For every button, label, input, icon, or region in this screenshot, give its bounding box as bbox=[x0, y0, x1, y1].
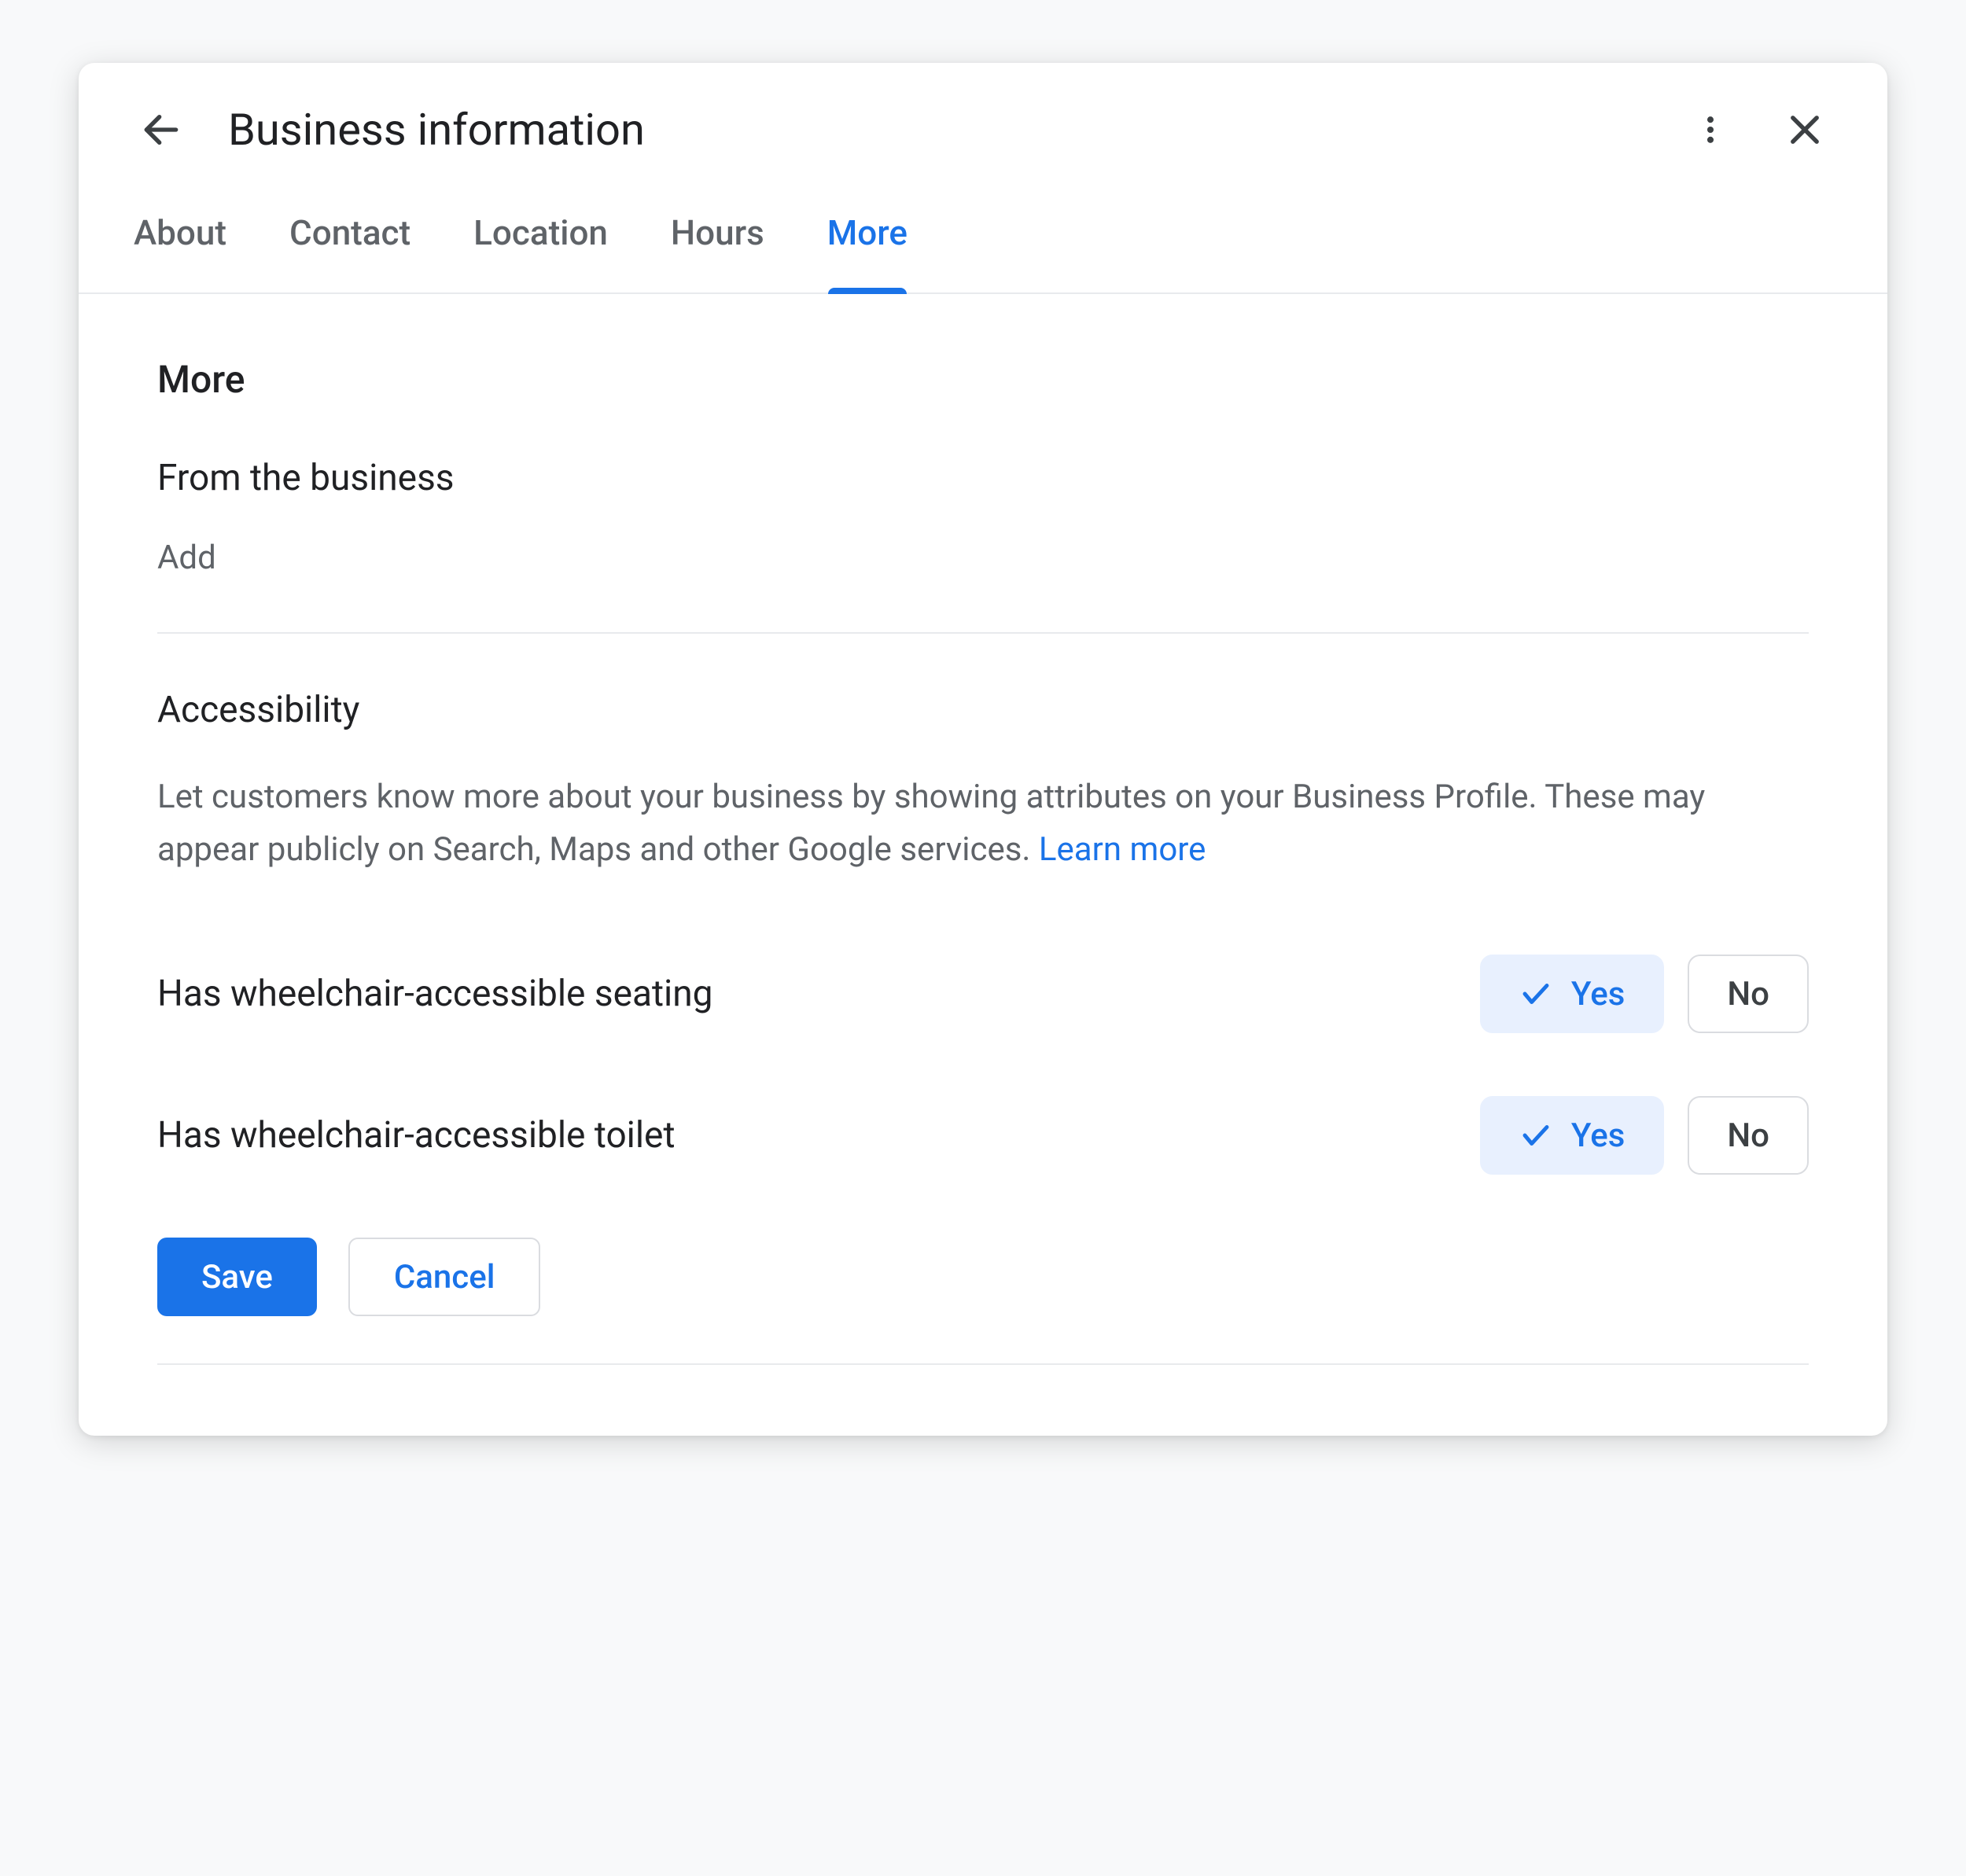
tab-more[interactable]: More bbox=[827, 212, 908, 292]
yes-button[interactable]: Yes bbox=[1480, 1096, 1664, 1175]
check-icon bbox=[1519, 977, 1552, 1010]
attribute-label: Has wheelchair-accessible seating bbox=[157, 973, 712, 1015]
save-button[interactable]: Save bbox=[157, 1238, 317, 1316]
toggle-group: Yes No bbox=[1480, 1096, 1809, 1175]
accessibility-description: Let customers know more about your busin… bbox=[157, 771, 1809, 876]
from-business-title: From the business bbox=[157, 457, 1809, 499]
section-title: More bbox=[157, 357, 1809, 402]
tab-hours[interactable]: Hours bbox=[671, 212, 764, 292]
close-button[interactable] bbox=[1777, 102, 1832, 157]
attribute-label: Has wheelchair-accessible toilet bbox=[157, 1114, 676, 1157]
divider bbox=[157, 632, 1809, 634]
more-vert-icon bbox=[1693, 112, 1728, 147]
content-panel: More From the business Add Accessibility… bbox=[79, 294, 1887, 1436]
toggle-group: Yes No bbox=[1480, 955, 1809, 1033]
arrow-left-icon bbox=[139, 108, 183, 152]
attribute-row-toilet: Has wheelchair-accessible toilet Yes No bbox=[157, 1096, 1809, 1175]
no-button[interactable]: No bbox=[1688, 1096, 1809, 1175]
tabs: About Contact Location Hours More bbox=[79, 181, 1887, 294]
tab-location[interactable]: Location bbox=[473, 212, 608, 292]
no-button[interactable]: No bbox=[1688, 955, 1809, 1033]
action-buttons: Save Cancel bbox=[157, 1238, 1809, 1316]
business-info-modal: Business information About Contact Locat… bbox=[79, 63, 1887, 1436]
more-options-button[interactable] bbox=[1683, 102, 1738, 157]
back-button[interactable] bbox=[134, 102, 189, 157]
add-link[interactable]: Add bbox=[157, 539, 1809, 577]
accessibility-title: Accessibility bbox=[157, 689, 1809, 731]
tab-about[interactable]: About bbox=[134, 212, 226, 292]
divider bbox=[157, 1363, 1809, 1365]
close-icon bbox=[1784, 109, 1825, 150]
check-icon bbox=[1519, 1119, 1552, 1152]
yes-button[interactable]: Yes bbox=[1480, 955, 1664, 1033]
cancel-button[interactable]: Cancel bbox=[348, 1238, 541, 1316]
tab-contact[interactable]: Contact bbox=[289, 212, 411, 292]
attribute-row-seating: Has wheelchair-accessible seating Yes No bbox=[157, 955, 1809, 1033]
modal-header: Business information bbox=[79, 63, 1887, 181]
modal-title: Business information bbox=[228, 104, 645, 156]
learn-more-link[interactable]: Learn more bbox=[1039, 830, 1206, 869]
